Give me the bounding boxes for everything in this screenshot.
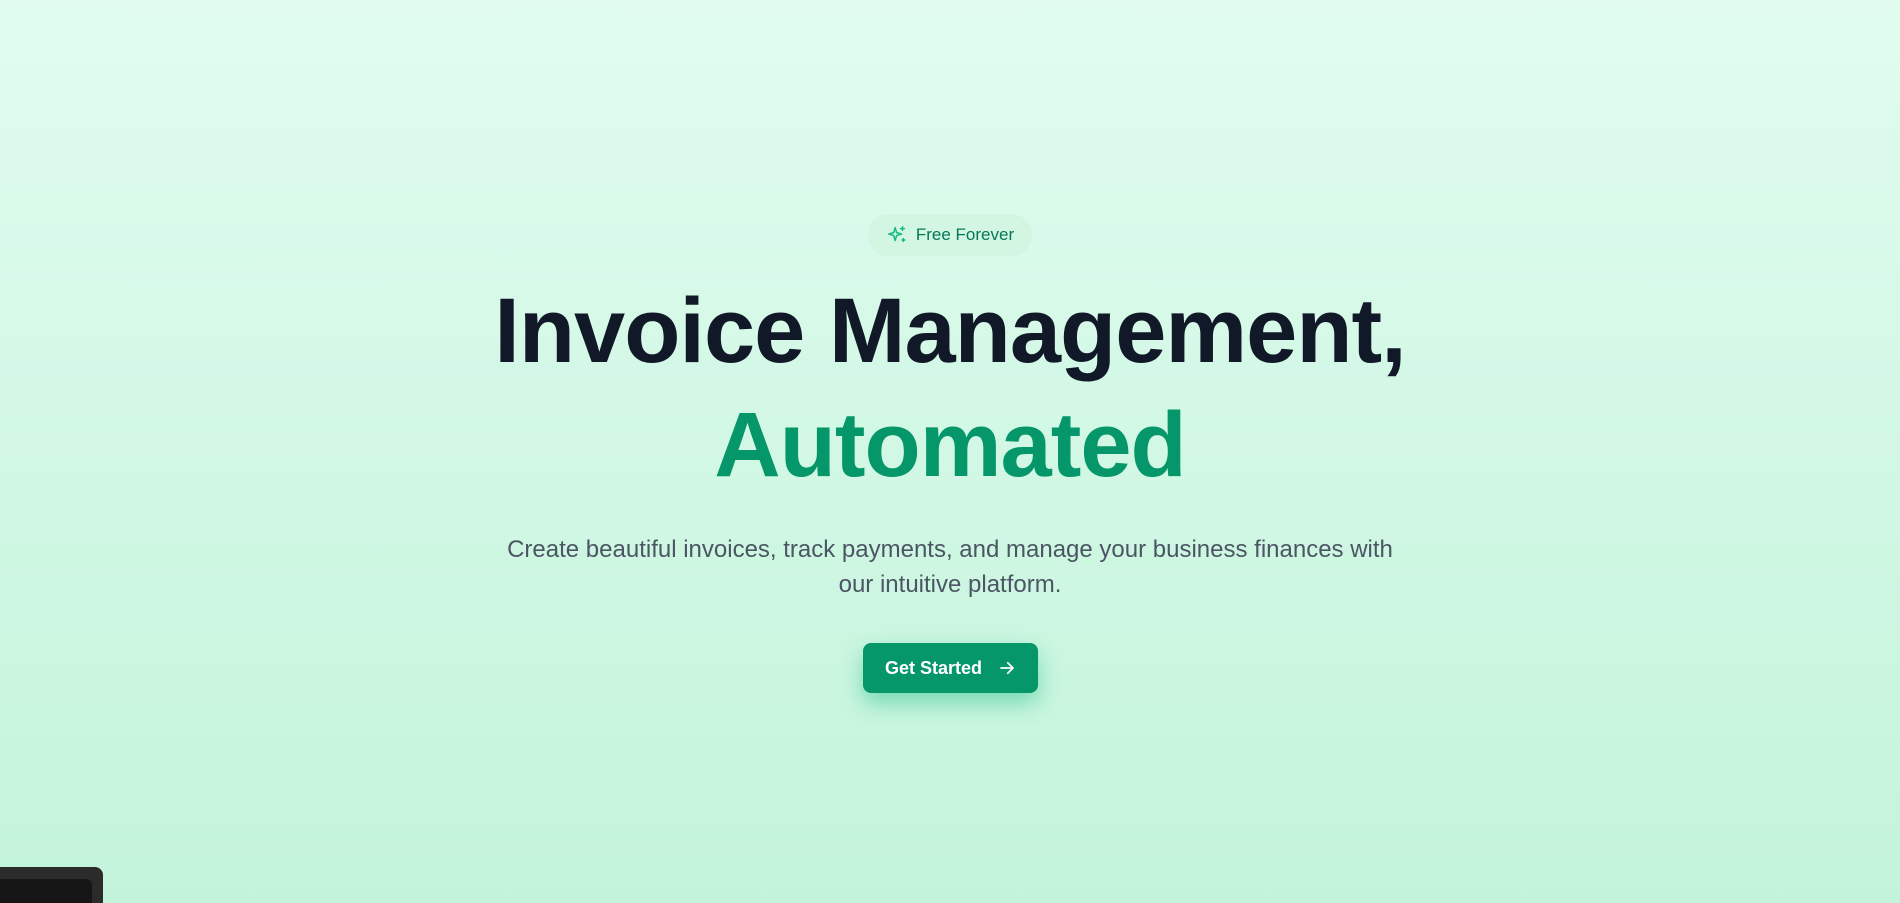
badge-label: Free Forever xyxy=(915,225,1015,244)
hero-title-line2: Automated xyxy=(714,394,1186,496)
arrow-right-icon xyxy=(998,659,1016,677)
hero-subtitle: Create beautiful invoices, track payment… xyxy=(507,536,1393,598)
corner-widget-panel xyxy=(0,879,92,903)
corner-widget[interactable] xyxy=(0,867,103,903)
sparkles-icon xyxy=(886,224,908,246)
get-started-button[interactable]: Get Started xyxy=(863,643,1038,693)
get-started-label: Get Started xyxy=(884,657,983,678)
free-forever-badge: Free Forever xyxy=(868,214,1032,256)
hero-title-line1: Invoice Management, xyxy=(494,280,1406,382)
hero-section: Free Forever Invoice Management, Automat… xyxy=(0,0,1900,903)
